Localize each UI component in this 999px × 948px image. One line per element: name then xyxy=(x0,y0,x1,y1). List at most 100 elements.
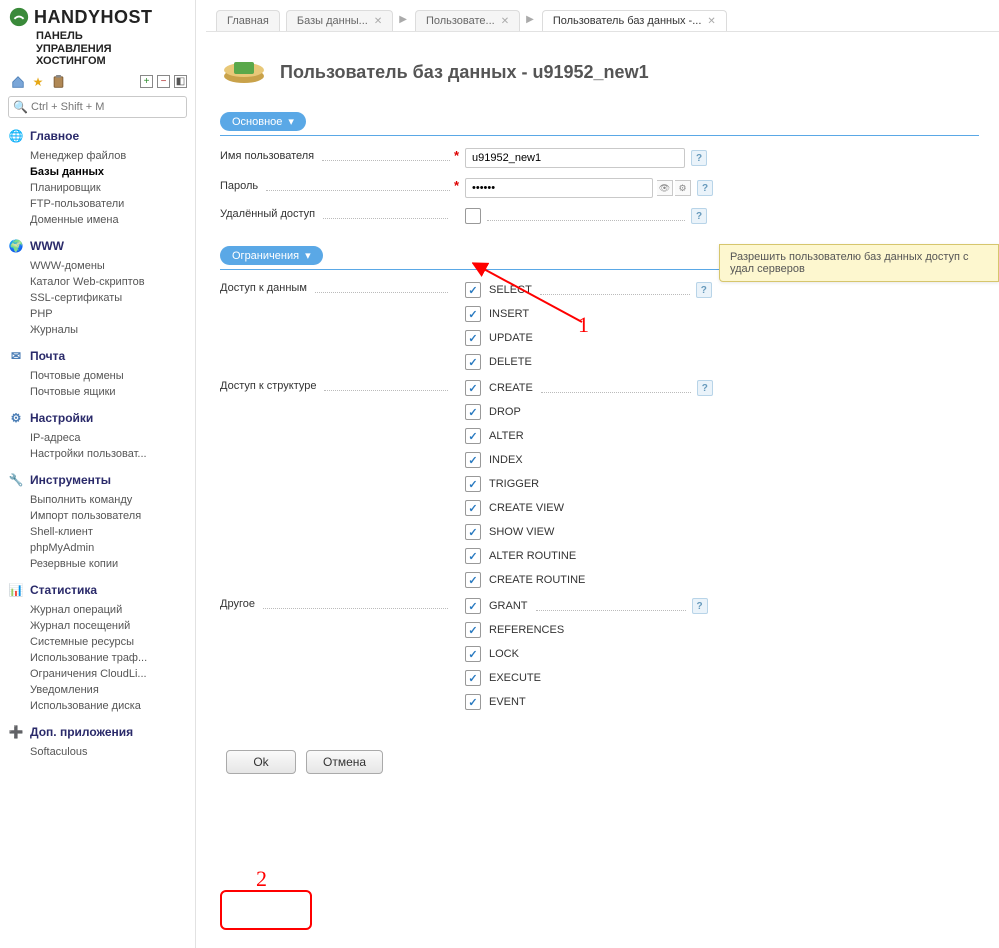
perm-checkbox[interactable] xyxy=(465,548,481,564)
nav-item[interactable]: Ограничения CloudLi... xyxy=(8,666,187,682)
perm-checkbox[interactable] xyxy=(465,598,481,614)
perm-checkbox[interactable] xyxy=(465,670,481,686)
main-icon: 🌐 xyxy=(8,128,24,144)
nav-item[interactable]: Использование диска xyxy=(8,698,187,714)
close-icon[interactable]: ✕ xyxy=(707,16,715,27)
perm-group-label: Доступ к структуре xyxy=(220,380,320,392)
perm-checkbox[interactable] xyxy=(465,330,481,346)
password-input[interactable] xyxy=(465,178,653,198)
tab-users[interactable]: Пользовате...✕ xyxy=(415,10,520,31)
perm-checkbox[interactable] xyxy=(465,524,481,540)
nav-item[interactable]: phpMyAdmin xyxy=(8,540,187,556)
perm-label: EVENT xyxy=(489,696,526,708)
nav-item[interactable]: Журнал операций xyxy=(8,602,187,618)
nav-item[interactable]: PHP xyxy=(8,306,187,322)
page-title: Пользователь баз данных - u91952_new1 xyxy=(280,62,649,83)
tab-databases[interactable]: Базы данны...✕ xyxy=(286,10,393,31)
brand-name: HANDYHOST xyxy=(34,7,153,28)
collapse-all-icon[interactable]: − xyxy=(157,75,170,88)
nav-item[interactable]: Почтовые домены xyxy=(8,368,187,384)
nav-item[interactable]: Журналы xyxy=(8,322,187,338)
help-icon[interactable]: ? xyxy=(697,180,713,196)
help-icon[interactable]: ? xyxy=(696,282,712,298)
nav-item[interactable]: WWW-домены xyxy=(8,258,187,274)
clipboard-icon[interactable] xyxy=(50,74,66,90)
help-icon[interactable]: ? xyxy=(691,208,707,224)
help-icon[interactable]: ? xyxy=(692,598,708,614)
nav-item[interactable]: Планировщик xyxy=(8,180,187,196)
perm-label: INSERT xyxy=(489,308,529,320)
nav-item[interactable]: Уведомления xyxy=(8,682,187,698)
group-limits-header[interactable]: Ограничения ▾ xyxy=(220,246,323,265)
tabstrip: Главная Базы данны...✕ ▶ Пользовате...✕ … xyxy=(206,0,999,32)
nav-item[interactable]: SSL-сертификаты xyxy=(8,290,187,306)
perm-checkbox[interactable] xyxy=(465,354,481,370)
close-icon[interactable]: ✕ xyxy=(501,16,509,27)
panel-toggle-icon[interactable]: ◧ xyxy=(174,75,187,88)
generate-password-icon[interactable]: ⚙ xyxy=(675,180,691,196)
nav-item[interactable]: Почтовые ящики xyxy=(8,384,187,400)
nav-item[interactable]: Журнал посещений xyxy=(8,618,187,634)
remote-access-checkbox[interactable] xyxy=(465,208,481,224)
perm-checkbox[interactable] xyxy=(465,694,481,710)
sidebar-search: 🔍 xyxy=(8,96,187,118)
required-icon: * xyxy=(454,148,459,163)
nav-item[interactable]: FTP-пользователи xyxy=(8,196,187,212)
nav-item[interactable]: Менеджер файлов xyxy=(8,148,187,164)
nav-section-stats[interactable]: 📊Статистика xyxy=(8,582,187,598)
cancel-button[interactable]: Отмена xyxy=(306,750,383,774)
nav-section-set[interactable]: ⚙Настройки xyxy=(8,410,187,426)
chevron-down-icon: ▾ xyxy=(288,115,294,128)
close-icon[interactable]: ✕ xyxy=(374,16,382,27)
perm-checkbox[interactable] xyxy=(465,476,481,492)
username-input[interactable] xyxy=(465,148,685,168)
expand-all-icon[interactable]: + xyxy=(140,75,153,88)
nav-item[interactable]: Выполнить команду xyxy=(8,492,187,508)
perm-label: GRANT xyxy=(489,600,528,612)
perm-checkbox[interactable] xyxy=(465,404,481,420)
nav-section-tools[interactable]: 🔧Инструменты xyxy=(8,472,187,488)
nav-section-main[interactable]: 🌐Главное xyxy=(8,128,187,144)
required-icon: * xyxy=(454,178,459,193)
perm-checkbox[interactable] xyxy=(465,282,481,298)
tooltip: Разрешить пользователю баз данных доступ… xyxy=(719,244,999,282)
nav-item[interactable]: Системные ресурсы xyxy=(8,634,187,650)
perm-checkbox[interactable] xyxy=(465,572,481,588)
perm-checkbox[interactable] xyxy=(465,428,481,444)
tab-home[interactable]: Главная xyxy=(216,10,280,31)
perm-label: CREATE VIEW xyxy=(489,502,564,514)
search-input[interactable] xyxy=(8,96,187,118)
home-icon[interactable] xyxy=(10,74,26,90)
perm-checkbox[interactable] xyxy=(465,622,481,638)
nav-item[interactable]: Настройки пользоват... xyxy=(8,446,187,462)
perm-checkbox[interactable] xyxy=(465,380,481,396)
nav-section-apps[interactable]: ➕Доп. приложения xyxy=(8,724,187,740)
perm-checkbox[interactable] xyxy=(465,500,481,516)
nav-item[interactable]: IP-адреса xyxy=(8,430,187,446)
nav-item[interactable]: Каталог Web-скриптов xyxy=(8,274,187,290)
perm-label: CREATE xyxy=(489,382,533,394)
tools-icon: 🔧 xyxy=(8,472,24,488)
nav-item[interactable]: Доменные имена xyxy=(8,212,187,228)
perm-checkbox[interactable] xyxy=(465,646,481,662)
help-icon[interactable]: ? xyxy=(691,150,707,166)
perm-label: CREATE ROUTINE xyxy=(489,574,585,586)
ok-button[interactable]: Ok xyxy=(226,750,296,774)
nav-item[interactable]: Базы данных xyxy=(8,164,187,180)
perm-checkbox[interactable] xyxy=(465,306,481,322)
nav-section-mail[interactable]: ✉Почта xyxy=(8,348,187,364)
nav-item[interactable]: Резервные копии xyxy=(8,556,187,572)
group-main-header[interactable]: Основное ▾ xyxy=(220,112,306,131)
help-icon[interactable]: ? xyxy=(697,380,713,396)
stats-icon: 📊 xyxy=(8,582,24,598)
tab-dbuser-edit[interactable]: Пользователь баз данных -...✕ xyxy=(542,10,727,31)
favorite-icon[interactable]: ★ xyxy=(30,74,46,90)
show-password-icon[interactable]: 👁 xyxy=(657,180,673,196)
nav-section-www[interactable]: 🌍WWW xyxy=(8,238,187,254)
perm-checkbox[interactable] xyxy=(465,452,481,468)
nav-item[interactable]: Shell-клиент xyxy=(8,524,187,540)
nav-item[interactable]: Softaculous xyxy=(8,744,187,760)
toolbar: ★ + − ◧ xyxy=(10,74,187,90)
nav-item[interactable]: Импорт пользователя xyxy=(8,508,187,524)
nav-item[interactable]: Использование траф... xyxy=(8,650,187,666)
